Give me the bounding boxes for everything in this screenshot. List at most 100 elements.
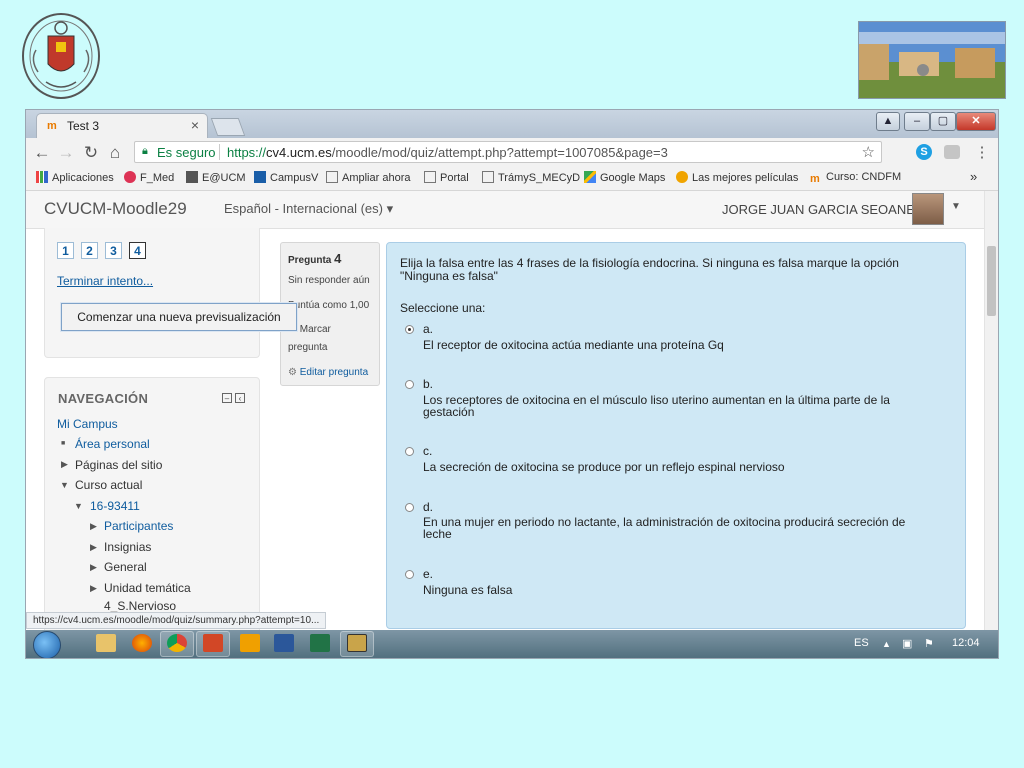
collapse-triangle-icon[interactable]: ▼ bbox=[74, 501, 83, 511]
option-e-text[interactable]: Ninguna es falsa bbox=[423, 583, 512, 597]
question-number: Pregunta 4 bbox=[288, 251, 342, 266]
forward-arrow-icon[interactable]: → bbox=[56, 143, 76, 163]
profile-icon[interactable]: ▲ bbox=[876, 112, 900, 131]
nav-mi-campus[interactable]: Mi Campus bbox=[57, 417, 118, 431]
nav-unidad-tematica-name[interactable]: 4_S.Nervioso bbox=[104, 599, 176, 613]
maximize-button[interactable]: ▢ bbox=[930, 112, 956, 131]
user-menu-caret-icon[interactable]: ▼ bbox=[951, 201, 961, 212]
option-a-radio[interactable] bbox=[405, 325, 414, 334]
answer-prompt: Seleccione una: bbox=[400, 301, 486, 315]
expand-triangle-icon[interactable]: ▶ bbox=[90, 542, 97, 553]
dock-block-icon[interactable]: – bbox=[222, 393, 232, 403]
network-icon[interactable]: ▣ bbox=[902, 637, 912, 650]
excel-icon[interactable] bbox=[310, 634, 330, 652]
bookmark-apps[interactable]: Aplicaciones bbox=[36, 171, 114, 184]
new-preview-button[interactable]: Comenzar una nueva previsualización bbox=[61, 303, 297, 331]
bookmark-tramys[interactable]: TrámyS_MECyD bbox=[482, 171, 580, 184]
language-menu[interactable]: Español - Internacional (es) ▾ bbox=[224, 201, 393, 217]
option-a-text[interactable]: El receptor de oxitocina actúa mediante … bbox=[423, 338, 724, 352]
scrollbar-thumb[interactable] bbox=[987, 246, 996, 316]
quiz-nav-question-3[interactable]: 3 bbox=[105, 242, 122, 259]
taskbar-language[interactable]: ES bbox=[854, 637, 869, 649]
page-icon bbox=[326, 171, 338, 183]
nav-unidad-tematica[interactable]: Unidad temática bbox=[104, 581, 191, 595]
tab-title: Test 3 bbox=[67, 119, 100, 133]
option-b-text-line-2[interactable]: gestación bbox=[423, 405, 474, 419]
back-arrow-icon[interactable]: ← bbox=[32, 143, 52, 163]
expand-triangle-icon[interactable]: ▶ bbox=[61, 459, 68, 470]
option-e-radio[interactable] bbox=[405, 570, 414, 579]
bookmark-campusv[interactable]: CampusV bbox=[254, 171, 318, 184]
nav-insignias[interactable]: Insignias bbox=[104, 540, 151, 554]
option-c-text[interactable]: La secreción de oxitocina se produce por… bbox=[423, 460, 785, 474]
nav-curso-actual[interactable]: Curso actual bbox=[75, 478, 142, 492]
user-name[interactable]: JORGE JUAN GARCIA SEOANE bbox=[722, 202, 915, 217]
bookmark-f-med[interactable]: F_Med bbox=[124, 171, 174, 184]
bookmark-curso-cndfm[interactable]: m Curso: CNDFM bbox=[810, 171, 901, 185]
skype-extension-icon[interactable]: S bbox=[916, 144, 932, 160]
powerpoint-icon[interactable] bbox=[203, 634, 223, 652]
nav-area-personal[interactable]: Área personal bbox=[75, 437, 150, 451]
address-bar[interactable]: 🔒︎ Es seguro https://cv4.ucm.es/moodle/m… bbox=[134, 141, 882, 163]
action-center-flag-icon[interactable]: ⚑ bbox=[924, 637, 934, 650]
minimize-button[interactable]: – bbox=[904, 112, 930, 131]
user-avatar[interactable] bbox=[912, 193, 944, 225]
outlook-icon[interactable] bbox=[240, 634, 260, 652]
collapse-block-icon[interactable]: ‹ bbox=[235, 393, 245, 403]
menu-kebab-icon[interactable]: ⋮ bbox=[972, 143, 992, 163]
option-d-radio[interactable] bbox=[405, 503, 414, 512]
edit-question-link[interactable]: ⚙ Editar pregunta bbox=[288, 367, 368, 378]
tab-test-3[interactable]: m Test 3 × bbox=[36, 113, 208, 138]
new-tab-button[interactable] bbox=[210, 118, 246, 136]
file-explorer-icon[interactable] bbox=[96, 634, 116, 652]
quiz-nav-question-2[interactable]: 2 bbox=[81, 242, 98, 259]
gear-icon: ⚙ bbox=[288, 367, 297, 378]
bookmark-mejores-peliculas[interactable]: Las mejores películas bbox=[676, 171, 798, 184]
option-d-text[interactable]: En una mujer en periodo no lactante, la … bbox=[423, 515, 905, 529]
browser-titlebar: m Test 3 × ▲ – ▢ ✕ bbox=[26, 110, 998, 138]
option-d-text-line-2[interactable]: leche bbox=[423, 527, 452, 541]
e-ucm-icon bbox=[186, 171, 198, 183]
bookmark-portal[interactable]: Portal bbox=[424, 171, 469, 184]
bookmark-star-icon[interactable]: ☆ bbox=[862, 143, 875, 161]
site-name-link[interactable]: CVUCM-Moodle29 bbox=[44, 199, 187, 219]
chrome-icon[interactable] bbox=[167, 634, 187, 652]
flag-question-label[interactable]: pregunta bbox=[288, 342, 327, 353]
page-scrollbar[interactable] bbox=[984, 191, 998, 631]
expand-triangle-icon[interactable]: ▶ bbox=[90, 521, 97, 532]
close-window-button[interactable]: ✕ bbox=[956, 112, 996, 131]
collapse-triangle-icon[interactable]: ▼ bbox=[60, 480, 69, 490]
windows-start-icon[interactable] bbox=[33, 631, 61, 658]
bookmarks-overflow-button[interactable]: » bbox=[970, 169, 977, 184]
nav-general[interactable]: General bbox=[104, 560, 147, 574]
option-c-radio[interactable] bbox=[405, 447, 414, 456]
quiz-nav-question-4[interactable]: 4 bbox=[129, 242, 146, 259]
close-tab-icon[interactable]: × bbox=[191, 117, 199, 133]
home-icon[interactable]: ⌂ bbox=[105, 143, 125, 163]
word-icon[interactable] bbox=[274, 634, 294, 652]
bookmark-google-maps[interactable]: Google Maps bbox=[584, 171, 665, 184]
expand-triangle-icon[interactable]: ▶ bbox=[90, 562, 97, 573]
nav-paginas-del-sitio[interactable]: Páginas del sitio bbox=[75, 458, 162, 472]
taskbar-clock[interactable]: 12:04 bbox=[952, 637, 980, 649]
drive-extension-icon[interactable] bbox=[944, 145, 960, 159]
ucm-seal-logo bbox=[18, 10, 104, 106]
option-b-radio[interactable] bbox=[405, 380, 414, 389]
bookmark-e-ucm[interactable]: E@UCM bbox=[186, 171, 246, 184]
windows-taskbar: ES ▲ ▣ ⚑ 12:04 bbox=[26, 630, 998, 658]
tray-expand-icon[interactable]: ▲ bbox=[882, 639, 891, 649]
firefox-icon[interactable] bbox=[132, 634, 152, 652]
quiz-nav-question-1[interactable]: 1 bbox=[57, 242, 74, 259]
finish-attempt-link[interactable]: Terminar intento... bbox=[57, 274, 153, 288]
campus-photo bbox=[858, 21, 1006, 99]
expand-triangle-icon[interactable]: ▶ bbox=[90, 583, 97, 594]
reload-icon[interactable]: ↻ bbox=[81, 143, 101, 163]
nav-course-16-93411[interactable]: 16-93411 bbox=[90, 499, 140, 513]
option-d-letter: d. bbox=[423, 500, 434, 514]
bookmark-ampliar-ahora[interactable]: Ampliar ahora bbox=[326, 171, 410, 184]
browser-window: m Test 3 × ▲ – ▢ ✕ ← → ↻ ⌂ 🔒︎ Es seguro … bbox=[26, 110, 998, 658]
option-b-text[interactable]: Los receptores de oxitocina en el múscul… bbox=[423, 393, 890, 407]
presentation-icon[interactable] bbox=[347, 634, 367, 652]
nav-participantes[interactable]: Participantes bbox=[104, 519, 173, 533]
moodle-favicon-icon: m bbox=[810, 173, 820, 185]
